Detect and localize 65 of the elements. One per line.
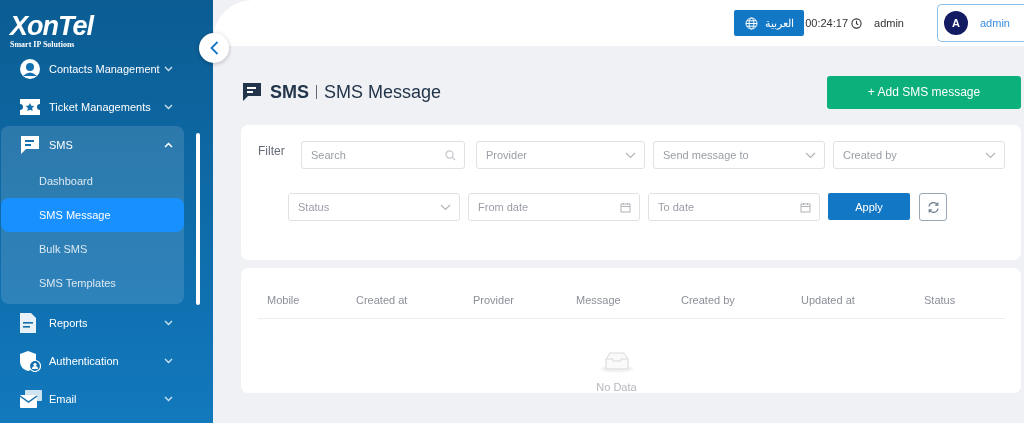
column-header: Created by bbox=[681, 294, 736, 306]
submenu-item[interactable]: Bulk SMS bbox=[1, 232, 184, 266]
select-field[interactable]: Send message to bbox=[653, 141, 825, 169]
chevron-left-icon bbox=[209, 41, 219, 55]
sidebar-item[interactable]: Authentication bbox=[1, 342, 184, 380]
username-text: admin bbox=[874, 17, 904, 29]
ticket-icon bbox=[19, 97, 41, 117]
chevron-down-icon bbox=[164, 320, 173, 326]
apply-button[interactable]: Apply bbox=[828, 193, 910, 220]
sidebar-item[interactable]: Email bbox=[1, 380, 184, 418]
column-header: Status bbox=[924, 294, 957, 306]
chevron-down-icon bbox=[805, 151, 816, 159]
submenu-item[interactable]: SMS Templates bbox=[1, 266, 184, 300]
select-field[interactable]: Created by bbox=[833, 141, 1005, 169]
refresh-icon bbox=[926, 200, 940, 214]
chevron-down-icon bbox=[164, 358, 173, 364]
column-header: Mobile bbox=[267, 294, 301, 306]
globe-icon bbox=[744, 16, 758, 30]
submenu-item[interactable]: SMS Message bbox=[1, 198, 184, 232]
sidebar-item[interactable]: Contacts Management bbox=[1, 50, 184, 88]
shield-user-icon bbox=[19, 350, 41, 372]
user-icon bbox=[19, 58, 41, 80]
language-button[interactable]: العربية bbox=[734, 10, 805, 36]
section-title: SMS bbox=[270, 81, 309, 103]
logo-text: XonTel bbox=[10, 12, 93, 40]
chevron-up-icon bbox=[164, 142, 173, 148]
scrollbar[interactable] bbox=[196, 133, 200, 305]
sidebar-item[interactable]: Ticket Managements bbox=[1, 88, 184, 126]
clock-icon bbox=[851, 17, 863, 29]
logo-tagline: Smart IP Solutions bbox=[10, 40, 76, 49]
chevron-down-icon bbox=[985, 151, 996, 159]
chevron-down-icon bbox=[625, 151, 636, 159]
chevron-down-icon bbox=[164, 66, 173, 72]
sidebar-item[interactable]: SMS bbox=[1, 126, 184, 164]
session-timer: 00:24:17 bbox=[805, 17, 849, 29]
document-icon bbox=[19, 312, 37, 334]
select-field[interactable]: Status bbox=[288, 193, 460, 221]
date-field[interactable]: To date bbox=[648, 193, 820, 221]
avatar: A bbox=[944, 11, 968, 35]
page-title: SMS Message bbox=[324, 81, 442, 103]
chat-icon bbox=[19, 134, 41, 156]
calendar-icon bbox=[800, 201, 811, 213]
refresh-button[interactable] bbox=[919, 193, 947, 221]
column-header: Provider bbox=[473, 294, 515, 306]
submenu-item[interactable]: Dashboard bbox=[1, 164, 184, 198]
column-header: Updated at bbox=[801, 294, 856, 306]
calendar-icon bbox=[620, 201, 631, 213]
envelope-icon bbox=[19, 389, 43, 409]
search-icon bbox=[445, 149, 456, 161]
sidebar-item[interactable]: Reports bbox=[1, 304, 184, 342]
user-menu[interactable]: A admin bbox=[937, 4, 1024, 42]
column-header: Message bbox=[576, 294, 622, 306]
chevron-down-icon bbox=[164, 104, 173, 110]
empty-inbox-icon bbox=[599, 351, 634, 373]
select-field[interactable]: Provider bbox=[476, 141, 645, 169]
user-name: admin bbox=[980, 17, 1010, 29]
chevron-down-icon bbox=[440, 203, 451, 211]
search-field[interactable]: Search bbox=[301, 141, 465, 169]
date-field[interactable]: From date bbox=[468, 193, 640, 221]
add-sms-button[interactable]: + Add SMS message bbox=[827, 75, 1021, 109]
no-data-text: No Data bbox=[596, 381, 637, 393]
chat-icon bbox=[241, 81, 263, 103]
column-header: Created at bbox=[356, 294, 409, 306]
chevron-down-icon bbox=[164, 396, 173, 402]
filter-label: Filter bbox=[258, 143, 286, 158]
